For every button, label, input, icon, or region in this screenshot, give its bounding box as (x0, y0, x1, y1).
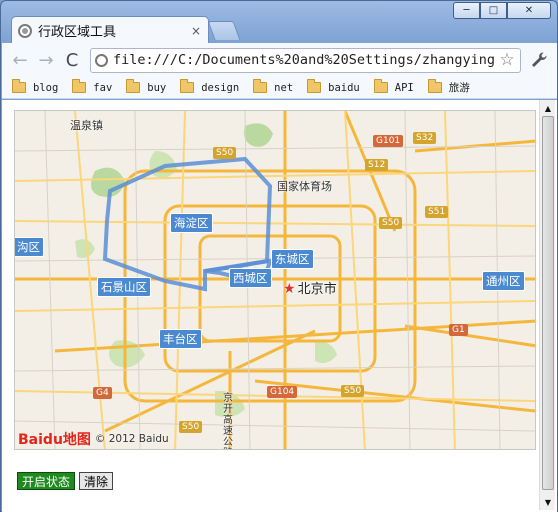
logo-text: Baidu地图 (18, 432, 91, 448)
back-button[interactable]: ← (8, 48, 32, 72)
page-icon (95, 53, 108, 67)
road-sign: S50 (379, 217, 403, 229)
place-label: 国家体育场 (277, 180, 332, 193)
folder-icon (180, 79, 195, 93)
baidu-map-logo[interactable]: Baidu地图 © 2012 Baidu (18, 429, 169, 449)
capital-marker: ★ 北京市 (283, 278, 337, 297)
bookmark-folder[interactable]: baidu (307, 79, 360, 94)
map-canvas[interactable]: 温泉镇 国家体育场 京开高速公路 海淀区 东城区 西城区 石景山区 丰台区 通州… (14, 110, 536, 450)
folder-icon (307, 79, 322, 93)
road-sign: G101 (373, 135, 404, 147)
road-sign: S12 (365, 159, 389, 171)
vertical-scrollbar[interactable]: ▲ ▼ (539, 100, 555, 510)
road-sign: G1 (449, 324, 468, 336)
folder-icon (72, 79, 87, 93)
wrench-menu-icon[interactable] (527, 48, 551, 72)
start-status-button[interactable]: 开启状态 (17, 472, 76, 490)
tab-title: 行政区域工具 (38, 25, 117, 40)
browser-window: ─ □ ✕ 行政区域工具 × ← → C file:///C:/Document… (0, 0, 558, 512)
road-sign: S51 (425, 206, 449, 218)
place-label: 温泉镇 (70, 119, 103, 132)
map-copyright: © 2012 Baidu (94, 433, 169, 445)
road-sign: S50 (179, 421, 203, 433)
road-sign: G104 (267, 386, 298, 398)
place-label: 京开高速公路 (223, 393, 233, 449)
bookmark-folder[interactable]: blog (12, 79, 58, 94)
district-label: 西城区 (229, 268, 272, 288)
capital-label: 北京市 (297, 282, 337, 297)
road-sign: S50 (213, 147, 237, 159)
star-icon: ★ (283, 281, 296, 297)
clear-button[interactable]: 清除 (79, 472, 114, 490)
bookmark-folder[interactable]: 旅游 (427, 79, 470, 95)
district-label: 海淀区 (170, 213, 213, 233)
district-label: 东城区 (271, 249, 314, 269)
scroll-up-icon[interactable]: ▲ (540, 100, 556, 116)
road-sign: S32 (413, 132, 437, 144)
baidu-logo-icon: Baidu地图 (18, 429, 91, 449)
map-base (15, 111, 535, 449)
district-label: 沟区 (15, 237, 44, 257)
page-content: 温泉镇 国家体育场 京开高速公路 海淀区 东城区 西城区 石景山区 丰台区 通州… (2, 100, 557, 512)
new-tab-button[interactable] (207, 21, 241, 40)
minimize-button[interactable]: ─ (453, 2, 480, 19)
bookmark-folder[interactable]: design (180, 79, 239, 94)
tab-active[interactable]: 行政区域工具 × (11, 16, 209, 44)
district-label: 石景山区 (97, 277, 151, 297)
forward-button[interactable]: → (34, 48, 58, 72)
action-buttons: 开启状态 清除 (17, 472, 114, 490)
folder-icon (253, 79, 268, 93)
bookmark-folder[interactable]: buy (126, 79, 166, 94)
bookmark-folder[interactable]: net (253, 79, 293, 94)
bookmark-folder[interactable]: fav (72, 79, 112, 94)
url-text[interactable]: file:///C:/Documents%20and%20Settings/zh… (113, 52, 498, 68)
toolbar: ← → C file:///C:/Documents%20and%20Setti… (2, 43, 557, 77)
folder-icon (126, 79, 141, 93)
address-bar[interactable]: file:///C:/Documents%20and%20Settings/zh… (90, 47, 521, 73)
district-label: 丰台区 (159, 329, 202, 349)
tab-close-icon[interactable]: × (190, 25, 202, 37)
district-label: 通州区 (482, 271, 525, 291)
close-window-button[interactable]: ✕ (507, 2, 551, 19)
page-globe-icon (18, 23, 32, 38)
window-controls: ─ □ ✕ (453, 2, 551, 19)
bookmarks-bar: blog fav buy design net baidu API 旅游 (2, 77, 557, 99)
bookmark-star-icon[interactable]: ☆ (498, 50, 516, 70)
folder-icon (12, 79, 26, 93)
road-sign: G4 (93, 387, 112, 399)
maximize-button[interactable]: □ (480, 2, 507, 19)
road-sign: S50 (341, 385, 365, 397)
folder-icon (373, 79, 388, 93)
folder-icon (427, 79, 442, 93)
scroll-down-icon[interactable]: ▼ (540, 494, 556, 510)
scroll-thumb[interactable] (542, 116, 554, 490)
bookmark-folder[interactable]: API (373, 79, 414, 94)
reload-button[interactable]: C (60, 48, 84, 72)
